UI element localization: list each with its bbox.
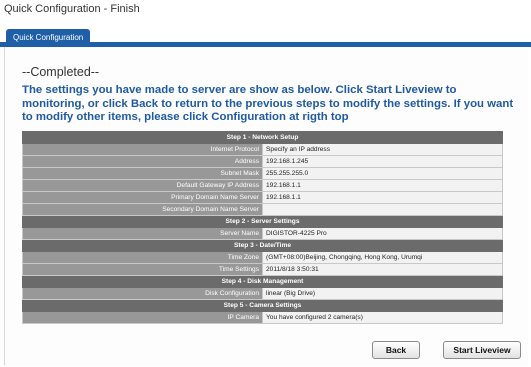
- row-value: 255.255.255.0: [262, 167, 503, 180]
- row-value: 2011/8/18 3:50:31: [262, 263, 503, 276]
- table-row: Primary Domain Name Server 192.168.1.1: [22, 191, 503, 204]
- settings-summary-table: Step 1 - Network Setup Internet Protocol…: [22, 131, 503, 324]
- row-value: [262, 203, 503, 216]
- row-value: You have configured 2 camera(s): [262, 311, 503, 324]
- section-title-disk: Step 4 - Disk Management: [22, 275, 503, 288]
- row-label: Secondary Domain Name Server: [22, 203, 263, 216]
- row-value: Specify an IP address: [262, 143, 503, 156]
- row-value: linear (Big Drive): [262, 287, 503, 300]
- table-row: IP Camera You have configured 2 camera(s): [22, 311, 503, 324]
- row-label: IP Camera: [22, 311, 263, 324]
- row-label: Internet Protocol: [22, 143, 263, 156]
- row-label: Subnet Mask: [22, 167, 263, 180]
- section-title-network: Step 1 - Network Setup: [22, 131, 503, 144]
- table-row: Address 192.168.1.245: [22, 155, 503, 168]
- table-row: Internet Protocol Specify an IP address: [22, 143, 503, 156]
- completed-heading: --Completed--: [22, 65, 100, 79]
- row-label: Default Gateway IP Address: [22, 179, 263, 192]
- section-title-server: Step 2 - Server Settings: [22, 215, 503, 228]
- row-label: Server Name: [22, 227, 263, 240]
- row-label: Time Settings: [22, 263, 263, 276]
- instruction-message: The settings you have made to server are…: [22, 84, 514, 123]
- section-title-datetime: Step 3 - Date/Time: [22, 239, 503, 252]
- row-value: 192.168.1.1: [262, 179, 503, 192]
- table-row: Default Gateway IP Address 192.168.1.1: [22, 179, 503, 192]
- table-row: Server Name DIGISTOR-4225 Pro: [22, 227, 503, 240]
- table-row: Time Settings 2011/8/18 3:50:31: [22, 263, 503, 276]
- section-header-row: Step 5 - Camera Settings: [22, 299, 503, 312]
- table-row: Secondary Domain Name Server: [22, 203, 503, 216]
- window-title: Quick Configuration - Finish: [4, 3, 140, 15]
- row-value: 192.168.1.245: [262, 155, 503, 168]
- row-value: 192.168.1.1: [262, 191, 503, 204]
- row-label: Address: [22, 155, 263, 168]
- section-header-row: Step 4 - Disk Management: [22, 275, 503, 288]
- row-label: Primary Domain Name Server: [22, 191, 263, 204]
- section-title-camera: Step 5 - Camera Settings: [22, 299, 503, 312]
- section-header-row: Step 3 - Date/Time: [22, 239, 503, 252]
- row-value: DIGISTOR-4225 Pro: [262, 227, 503, 240]
- row-label: Time Zone: [22, 251, 263, 264]
- start-liveview-button[interactable]: Start Liveview: [443, 341, 521, 359]
- table-row: Time Zone (GMT+08:00)Beijing, Chongqing, …: [22, 251, 503, 264]
- table-row: Subnet Mask 255.255.255.0: [22, 167, 503, 180]
- table-row: Disk Configuration linear (Big Drive): [22, 287, 503, 300]
- section-header-row: Step 2 - Server Settings: [22, 215, 503, 228]
- section-header-row: Step 1 - Network Setup: [22, 131, 503, 144]
- row-value: (GMT+08:00)Beijing, Chongqing, Hong Kong…: [262, 251, 503, 264]
- row-label: Disk Configuration: [22, 287, 263, 300]
- back-button[interactable]: Back: [372, 341, 420, 359]
